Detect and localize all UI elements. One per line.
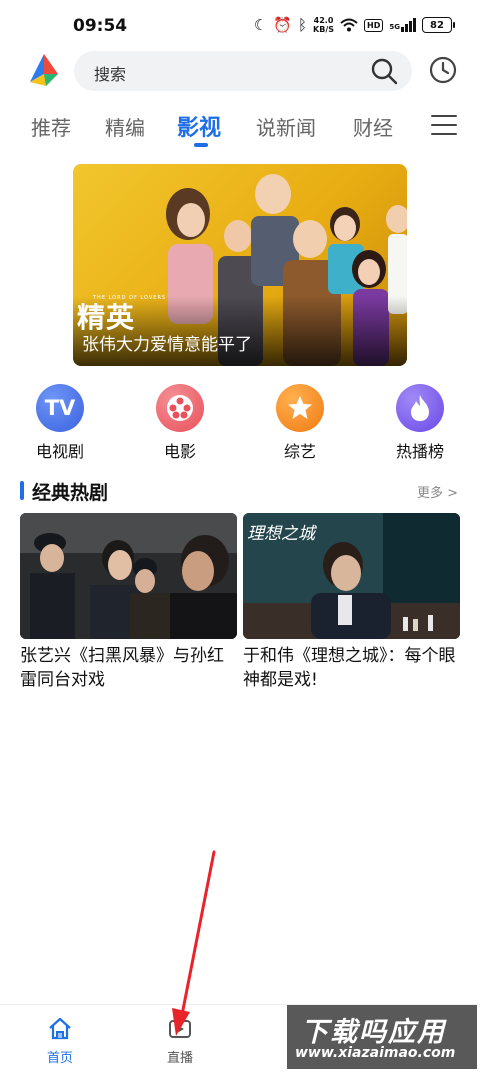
app-logo-icon xyxy=(30,54,58,86)
watermark-title: 下载吗应用 xyxy=(301,1017,446,1048)
status-icons: ☾ ⏰ ᛒ 42.0 KB/S HD 5G 82 xyxy=(253,16,455,34)
search-icon[interactable] xyxy=(370,57,398,85)
card-title: 于和伟《理想之城》：每个眼神都是戏! xyxy=(243,646,456,690)
history-clock-icon[interactable] xyxy=(429,56,457,84)
tv-icon-text: TV xyxy=(44,396,76,420)
watermark-logo: 下载吗应用 www.xiazaimao.com xyxy=(287,1005,477,1069)
tab-film-tv[interactable]: 影视 xyxy=(177,110,221,142)
signal-icon: 5G xyxy=(389,18,416,32)
category-trending[interactable]: 热播榜 xyxy=(380,384,460,462)
section-title: 经典热剧 xyxy=(32,482,109,504)
menu-icon[interactable] xyxy=(431,115,457,135)
search-bar[interactable]: 搜索 xyxy=(74,51,412,91)
banner-title: 张伟大力爱情意能平了 xyxy=(82,335,252,355)
status-time: 09:54 xyxy=(73,16,128,36)
bluetooth-icon: ᛒ xyxy=(298,16,308,34)
section-header: 经典热剧 更多 > xyxy=(0,478,480,506)
category-label: 热播榜 xyxy=(395,442,444,461)
watermark-url: www.xiazaimao.com xyxy=(295,1045,456,1061)
nav-label: 直播 xyxy=(166,1051,193,1066)
tab-featured[interactable]: 精编 xyxy=(105,112,145,141)
alarm-icon: ⏰ xyxy=(273,16,293,34)
card-thumbnail-image xyxy=(20,513,237,639)
category-movie[interactable]: 电影 xyxy=(140,384,220,462)
card-thumbnail-title: 理想之城 xyxy=(247,524,315,544)
hd-badge: HD xyxy=(364,18,384,32)
category-tv-series[interactable]: TV 电视剧 xyxy=(20,384,100,462)
live-play-icon xyxy=(169,1020,191,1038)
card-thumbnail xyxy=(20,513,237,639)
drama-card[interactable]: 理想之城 于和伟《理想之城》：每个眼神都是戏! xyxy=(243,513,460,692)
card-thumbnail: 理想之城 xyxy=(243,513,460,639)
header: 搜索 xyxy=(0,48,480,96)
section-accent-bar xyxy=(20,481,24,500)
card-title: 张艺兴《扫黑风暴》与孙红雷同台对戏 xyxy=(20,646,224,690)
nav-label: 首页 xyxy=(46,1051,73,1066)
nav-live[interactable]: 直播 xyxy=(150,1017,210,1066)
flame-icon xyxy=(396,384,444,432)
wifi-icon xyxy=(340,18,358,32)
nav-home[interactable]: 首页 xyxy=(30,1017,90,1066)
status-bar: 09:54 ☾ ⏰ ᛒ 42.0 KB/S HD 5G 82 xyxy=(0,0,480,48)
category-tabs: 推荐 精编 影视 说新闻 财经 xyxy=(0,100,480,150)
featured-banner[interactable]: THE LORD OF LOVERS 精英 张伟大力爱情意能平了 xyxy=(73,164,407,366)
battery-indicator: 82 xyxy=(422,17,455,33)
tab-news[interactable]: 说新闻 xyxy=(256,112,316,141)
signal-label: 5G xyxy=(389,23,400,31)
network-speed-unit: KB/S xyxy=(313,25,335,34)
network-speed: 42.0 KB/S xyxy=(313,16,334,34)
tab-recommend[interactable]: 推荐 xyxy=(31,112,71,141)
more-link[interactable]: 更多 > xyxy=(417,482,458,501)
category-shortcuts: TV 电视剧 电影 综艺 热播榜 xyxy=(0,384,480,464)
tv-icon: TV xyxy=(36,384,84,432)
film-reel-icon xyxy=(156,384,204,432)
moon-icon: ☾ xyxy=(253,16,268,34)
tab-finance[interactable]: 财经 xyxy=(353,112,393,141)
home-icon xyxy=(49,1017,71,1040)
category-label: 电视剧 xyxy=(35,442,84,461)
drama-card[interactable]: 张艺兴《扫黑风暴》与孙红雷同台对戏 xyxy=(20,513,237,692)
category-label: 综艺 xyxy=(283,442,316,461)
category-label: 电影 xyxy=(163,442,196,461)
network-speed-value: 42.0 xyxy=(313,16,334,25)
search-placeholder: 搜索 xyxy=(94,65,127,84)
category-variety[interactable]: 综艺 xyxy=(260,384,340,462)
star-icon xyxy=(276,384,324,432)
active-tab-indicator xyxy=(194,143,208,147)
